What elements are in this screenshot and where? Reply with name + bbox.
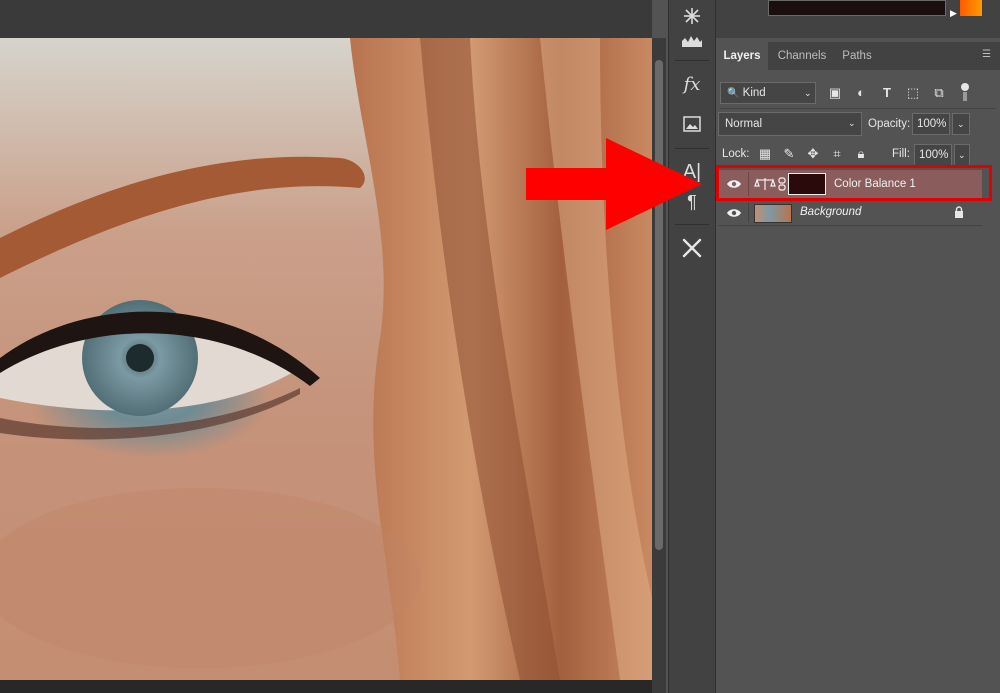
filter-toggle-icon[interactable] bbox=[956, 82, 974, 101]
chevron-down-icon: ⌄ bbox=[958, 150, 966, 160]
panel-menu-icon[interactable]: ☰ bbox=[982, 50, 994, 60]
shape-filter-icon[interactable]: ⬚ bbox=[904, 84, 922, 102]
lock-icon bbox=[955, 206, 963, 218]
histogram-icon[interactable] bbox=[669, 24, 715, 56]
lock-artboard-icon[interactable]: ⌗ bbox=[828, 145, 846, 163]
color-swatch-dark[interactable] bbox=[768, 0, 946, 16]
fill-dropdown[interactable]: ⌄ bbox=[954, 144, 970, 166]
color-panel: ▶ bbox=[716, 0, 1000, 38]
photo-illustration bbox=[0, 38, 652, 680]
panel-tabs: Layers Channels Paths ☰ bbox=[716, 42, 1000, 70]
chevron-down-icon: ⌄ bbox=[848, 118, 856, 128]
layer-row-background[interactable]: Background bbox=[718, 200, 982, 226]
tab-layers[interactable]: Layers bbox=[716, 42, 768, 70]
highlight-box bbox=[716, 165, 992, 201]
fx-icon[interactable]: fx bbox=[669, 68, 715, 100]
filter-kind-label: Kind bbox=[742, 87, 766, 99]
tools-icon[interactable] bbox=[669, 232, 715, 264]
panel-icon-column: fx A| ¶ bbox=[668, 0, 716, 693]
lock-transparent-icon[interactable]: ▦ bbox=[756, 145, 774, 163]
divider bbox=[748, 203, 749, 223]
color-swatch-orange[interactable] bbox=[960, 0, 982, 16]
visibility-eye-icon[interactable] bbox=[726, 208, 742, 218]
opacity-input[interactable]: 100% bbox=[912, 113, 950, 135]
lock-image-icon[interactable]: ✎ bbox=[780, 145, 798, 163]
tool-separator bbox=[675, 60, 709, 61]
lock-all-icon[interactable]: 🔒︎ bbox=[852, 145, 870, 163]
search-icon: 🔍 bbox=[727, 88, 740, 99]
divider bbox=[720, 108, 996, 109]
blend-mode-select[interactable]: Normal bbox=[718, 112, 862, 136]
swatch-indicator-icon: ▶ bbox=[950, 8, 957, 18]
chevron-down-icon: ⌄ bbox=[804, 88, 812, 98]
opacity-label: Opacity: bbox=[868, 118, 911, 130]
canvas-area[interactable] bbox=[0, 0, 652, 693]
layer-filter-select[interactable]: 🔍 Kind bbox=[720, 82, 816, 104]
smart-object-filter-icon[interactable]: ⧉ bbox=[930, 84, 948, 102]
tab-paths[interactable]: Paths bbox=[836, 42, 878, 70]
layer-name[interactable]: Background bbox=[800, 206, 861, 218]
layer-thumbnail[interactable] bbox=[754, 204, 792, 223]
fill-label: Fill: bbox=[892, 148, 910, 160]
opacity-dropdown[interactable]: ⌄ bbox=[952, 113, 970, 135]
arrow-pointer-icon bbox=[526, 138, 702, 230]
chevron-down-icon: ⌄ bbox=[957, 119, 965, 129]
tab-channels[interactable]: Channels bbox=[770, 42, 834, 70]
document-image[interactable] bbox=[0, 38, 652, 680]
image-layer-icon[interactable] bbox=[669, 108, 715, 140]
adjustment-filter-icon[interactable]: ◐ bbox=[852, 84, 870, 102]
lock-label: Lock: bbox=[722, 148, 750, 160]
scrollbar-thumb[interactable] bbox=[655, 60, 663, 550]
type-filter-icon[interactable]: T bbox=[878, 84, 896, 102]
pixel-filter-icon[interactable]: ▣ bbox=[826, 84, 844, 102]
layers-panel-area: ▶ Layers Channels Paths ☰ 🔍 Kind ⌄ ▣ ◐ T… bbox=[716, 0, 1000, 693]
fill-input[interactable]: 100% bbox=[914, 144, 952, 166]
lock-position-icon[interactable]: ✥ bbox=[804, 145, 822, 163]
canvas-bottom-bar bbox=[0, 680, 652, 693]
canvas-top-bar bbox=[0, 0, 652, 38]
